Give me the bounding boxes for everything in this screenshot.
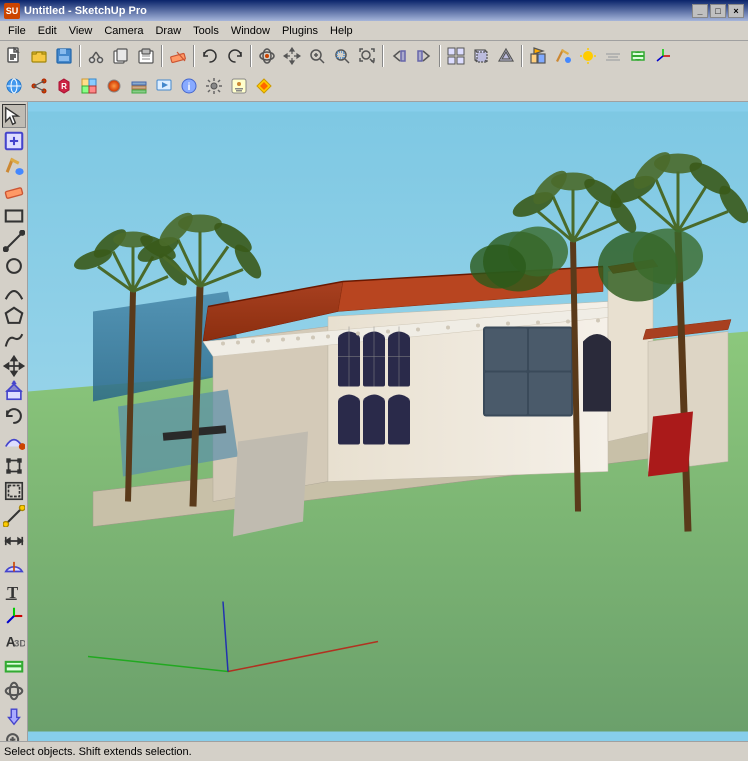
toolbar-zoom[interactable] bbox=[305, 44, 329, 68]
menu-file[interactable]: File bbox=[2, 23, 32, 39]
toolbar-save[interactable] bbox=[52, 44, 76, 68]
menu-plugins[interactable]: Plugins bbox=[276, 23, 324, 39]
toolbar-perspective[interactable] bbox=[494, 44, 518, 68]
toolbar-materials[interactable] bbox=[102, 74, 126, 98]
tool-section-plane[interactable] bbox=[2, 654, 26, 678]
toolbar-sep3 bbox=[193, 45, 195, 67]
toolbar-erase[interactable] bbox=[166, 44, 190, 68]
toolbar-area: R bbox=[0, 41, 748, 102]
toolbar-scenes[interactable] bbox=[152, 74, 176, 98]
toolbar-section-cut[interactable] bbox=[626, 44, 650, 68]
tool-3dtext[interactable]: A 3D bbox=[2, 629, 26, 653]
close-button[interactable]: × bbox=[728, 4, 744, 18]
toolbar-paste[interactable] bbox=[134, 44, 158, 68]
toolbar-sep1 bbox=[79, 45, 81, 67]
menu-view[interactable]: View bbox=[63, 23, 99, 39]
toolbar-open[interactable] bbox=[27, 44, 51, 68]
tool-offset[interactable] bbox=[2, 479, 26, 503]
menu-help[interactable]: Help bbox=[324, 23, 359, 39]
title-bar: SU Untitled - SketchUp Pro _ □ × bbox=[0, 0, 748, 21]
menu-tools[interactable]: Tools bbox=[187, 23, 225, 39]
tool-eraser[interactable] bbox=[2, 179, 26, 203]
main-area: T A 3D bbox=[0, 102, 748, 741]
toolbar-copy[interactable] bbox=[109, 44, 133, 68]
svg-text:3D: 3D bbox=[14, 639, 25, 650]
left-sidebar: T A 3D bbox=[0, 102, 28, 741]
toolbar-shadows[interactable] bbox=[576, 44, 600, 68]
tool-tape[interactable] bbox=[2, 504, 26, 528]
toolbar-orbit[interactable] bbox=[255, 44, 279, 68]
menu-edit[interactable]: Edit bbox=[32, 23, 63, 39]
tool-paint[interactable] bbox=[2, 154, 26, 178]
toolbar-zoom-extents[interactable] bbox=[355, 44, 379, 68]
tool-scale[interactable] bbox=[2, 454, 26, 478]
toolbar-pan[interactable] bbox=[280, 44, 304, 68]
maximize-button[interactable]: □ bbox=[710, 4, 726, 18]
toolbar-ruby[interactable]: R bbox=[52, 74, 76, 98]
toolbar-dynamic[interactable] bbox=[252, 74, 276, 98]
toolbar-axes[interactable] bbox=[651, 44, 675, 68]
menu-camera[interactable]: Camera bbox=[98, 23, 149, 39]
tool-make-component[interactable] bbox=[2, 129, 26, 153]
toolbar-next-view[interactable] bbox=[412, 44, 436, 68]
tool-dimension[interactable] bbox=[2, 529, 26, 553]
tool-circle[interactable] bbox=[2, 254, 26, 278]
toolbar-sep6 bbox=[439, 45, 441, 67]
toolbar-prev-view[interactable] bbox=[387, 44, 411, 68]
tool-line[interactable] bbox=[2, 229, 26, 253]
toolbar-cut[interactable] bbox=[84, 44, 108, 68]
toolbar-sep2 bbox=[161, 45, 163, 67]
tool-rectangle[interactable] bbox=[2, 204, 26, 228]
app-icon: SU bbox=[4, 3, 20, 19]
minimize-button[interactable]: _ bbox=[692, 4, 708, 18]
window-controls: _ □ × bbox=[692, 4, 744, 18]
tool-protractor[interactable] bbox=[2, 554, 26, 578]
menu-bar: File Edit View Camera Draw Tools Window … bbox=[0, 21, 748, 41]
toolbar-standard-views[interactable] bbox=[444, 44, 468, 68]
toolbar-row2: R bbox=[0, 71, 748, 101]
tool-zoom-left[interactable] bbox=[2, 729, 26, 741]
toolbar-paint[interactable] bbox=[551, 44, 575, 68]
toolbar-new[interactable] bbox=[2, 44, 26, 68]
toolbar-components-panel[interactable] bbox=[77, 74, 101, 98]
tool-text[interactable]: T bbox=[2, 579, 26, 603]
toolbar-prefs[interactable] bbox=[202, 74, 226, 98]
tool-select[interactable] bbox=[2, 104, 26, 128]
status-bar: Select objects. Shift extends selection. bbox=[0, 741, 748, 761]
toolbar-sep5 bbox=[382, 45, 384, 67]
toolbar-row1 bbox=[0, 41, 748, 71]
tool-freehand[interactable] bbox=[2, 329, 26, 353]
tool-follow-me[interactable] bbox=[2, 429, 26, 453]
tool-polygon[interactable] bbox=[2, 304, 26, 328]
toolbar-share[interactable] bbox=[27, 74, 51, 98]
svg-text:R: R bbox=[61, 82, 67, 91]
toolbar-redo[interactable] bbox=[223, 44, 247, 68]
toolbar-geo[interactable] bbox=[2, 74, 26, 98]
svg-text:i: i bbox=[188, 82, 191, 93]
status-text: Select objects. Shift extends selection. bbox=[4, 746, 192, 758]
tool-push-pull[interactable] bbox=[2, 379, 26, 403]
toolbar-fog[interactable] bbox=[601, 44, 625, 68]
toolbar-info[interactable]: i bbox=[177, 74, 201, 98]
toolbar-parallel[interactable] bbox=[469, 44, 493, 68]
tool-arc[interactable] bbox=[2, 279, 26, 303]
toolbar-zoom-window[interactable] bbox=[330, 44, 354, 68]
tool-pan-left[interactable] bbox=[2, 704, 26, 728]
tool-move[interactable] bbox=[2, 354, 26, 378]
scene-canvas bbox=[28, 102, 748, 741]
viewport[interactable] bbox=[28, 102, 748, 741]
window-title: Untitled - SketchUp Pro bbox=[24, 5, 147, 17]
tool-rotate[interactable] bbox=[2, 404, 26, 428]
toolbar-components[interactable] bbox=[526, 44, 550, 68]
tool-orbit-left[interactable] bbox=[2, 679, 26, 703]
tool-axes-tool[interactable] bbox=[2, 604, 26, 628]
toolbar-sep4 bbox=[250, 45, 252, 67]
menu-window[interactable]: Window bbox=[225, 23, 276, 39]
toolbar-sep7 bbox=[521, 45, 523, 67]
toolbar-undo[interactable] bbox=[198, 44, 222, 68]
menu-draw[interactable]: Draw bbox=[149, 23, 187, 39]
toolbar-layers[interactable] bbox=[127, 74, 151, 98]
toolbar-instructor[interactable] bbox=[227, 74, 251, 98]
